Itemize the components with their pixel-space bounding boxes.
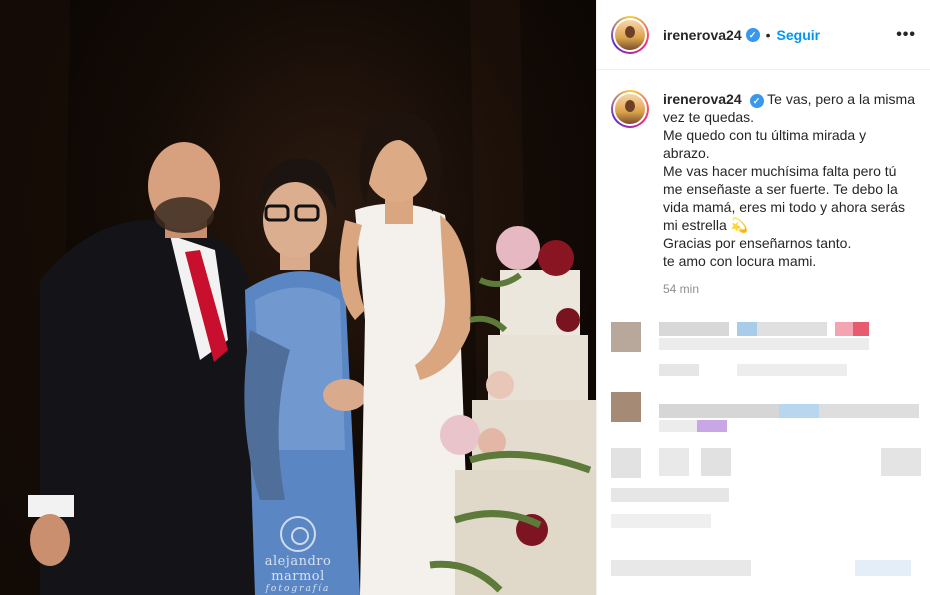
caption-line-5: me enseñaste a ser fuerte. Te debo la — [663, 181, 898, 197]
photographer-watermark: alejandro marmol fotografía — [238, 516, 358, 594]
caption-line-0: Te vas, pero a la misma — [767, 91, 915, 107]
watermark-logo-icon — [280, 516, 316, 552]
caption-line-8: Gracias por enseñarnos tanto. — [663, 235, 852, 251]
post-sidebar: irenerova24 ✓ • Seguir ••• irenerova24 ✓… — [596, 0, 930, 595]
caption-line-1: vez te quedas. — [663, 109, 755, 125]
separator-dot: • — [765, 26, 771, 43]
post-username[interactable]: irenerova24 — [663, 27, 742, 43]
caption-line-4: Me vas hacer muchísima falta pero tú — [663, 163, 897, 179]
avatar-icon[interactable] — [611, 15, 649, 54]
caption-line-6: vida mamá, eres mi todo y ahora serás — [663, 199, 905, 215]
post-caption: irenerova24 ✓ Te vas, pero a la misma ve… — [597, 70, 930, 270]
follow-button[interactable]: Seguir — [777, 27, 821, 43]
more-options-icon[interactable]: ••• — [896, 26, 916, 44]
photo-illustration — [0, 0, 596, 595]
verified-icon: ✓ — [745, 27, 760, 42]
caption-avatar-icon[interactable] — [611, 90, 649, 128]
caption-line-2: Me quedo con tu última mirada y — [663, 127, 867, 143]
post-timestamp[interactable]: 54 min — [663, 282, 930, 296]
caption-line-7: mi estrella 💫 — [663, 217, 749, 233]
watermark-subtitle: fotografía — [265, 584, 331, 594]
caption-verified-icon: ✓ — [749, 94, 764, 108]
caption-text: irenerova24 ✓ Te vas, pero a la misma ve… — [663, 90, 915, 270]
caption-username[interactable]: irenerova24 — [663, 91, 742, 107]
watermark-name: alejandro marmol — [264, 554, 332, 584]
caption-line-3: abrazo. — [663, 145, 710, 161]
caption-line-9: te amo con locura mami. — [663, 253, 817, 269]
post-photo[interactable]: alejandro marmol fotografía — [0, 0, 596, 595]
pixelated-comments — [597, 318, 930, 595]
post-header: irenerova24 ✓ • Seguir ••• — [597, 0, 930, 70]
